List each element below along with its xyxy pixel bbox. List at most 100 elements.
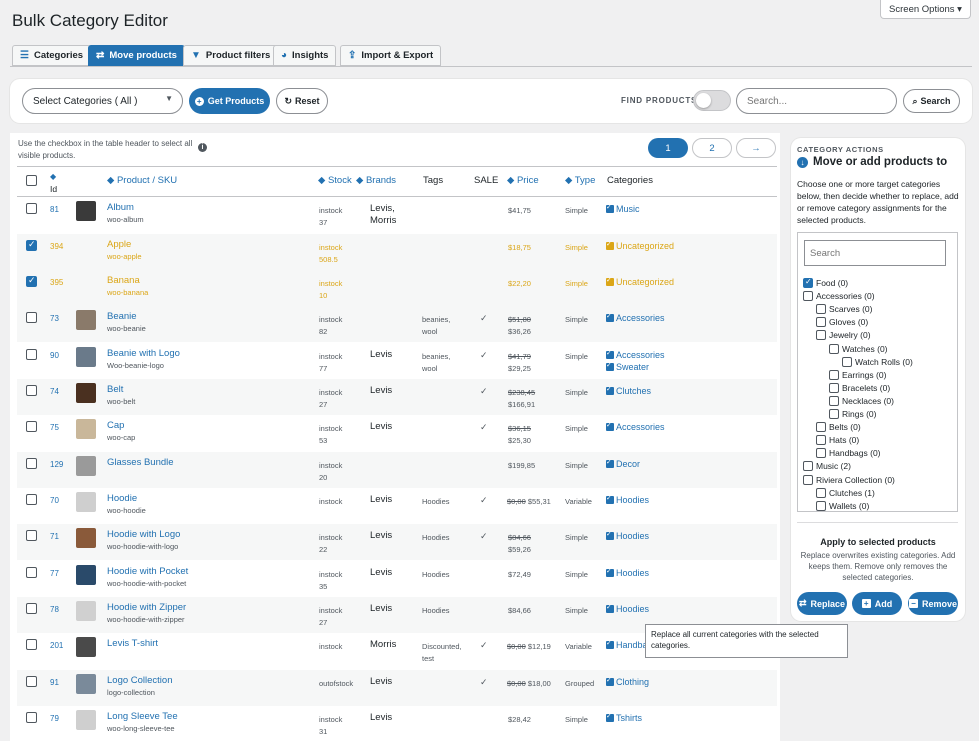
table-row[interactable]: 75 Cap woo-cap instock 53 Levis ✓ $36,15 $25,30 S… — [17, 415, 777, 451]
find-products-toggle[interactable] — [693, 90, 731, 111]
product-id[interactable]: 81 — [50, 204, 59, 216]
product-name[interactable]: Hoodie — [107, 493, 137, 505]
row-checkbox[interactable] — [26, 203, 37, 214]
screen-options-button[interactable]: Screen Options ▾ — [880, 0, 971, 19]
product-id[interactable]: 71 — [50, 531, 59, 543]
next-page-button[interactable]: → — [736, 138, 776, 158]
search-input[interactable] — [736, 88, 897, 114]
product-name[interactable]: Long Sleeve Tee — [107, 711, 178, 723]
col-price[interactable]: ◆ Price — [507, 175, 539, 186]
product-name[interactable]: Apple — [107, 239, 131, 251]
table-row[interactable]: 79 Long Sleeve Tee woo-long-sleeve-tee inst… — [17, 706, 777, 741]
tab-categories[interactable]: ☰ Categories — [12, 45, 92, 66]
reset-button[interactable]: ↻ Reset — [276, 88, 328, 114]
category-tree-item[interactable]: Necklaces (0) — [829, 395, 894, 406]
sort-icon[interactable]: ◆ — [50, 172, 56, 181]
product-name[interactable]: Logo Collection — [107, 675, 173, 687]
category-tree-item[interactable]: Handbags (0) — [816, 448, 881, 459]
row-checkbox[interactable] — [26, 530, 37, 541]
replace-button[interactable]: ⇄ Replace — [797, 592, 847, 615]
category-tree-item[interactable]: Accessories (0) — [803, 291, 875, 302]
product-id[interactable]: 129 — [50, 459, 63, 471]
product-id[interactable]: 75 — [50, 422, 59, 434]
category-checkbox[interactable] — [829, 343, 839, 354]
row-checkbox[interactable] — [26, 494, 37, 505]
product-name[interactable]: Album — [107, 202, 134, 214]
category-chip[interactable]: Clutches — [606, 384, 651, 397]
category-tree-item[interactable]: Watches (0) — [829, 343, 888, 354]
table-row[interactable]: 73 Beanie woo-beanie instock 82 beanies, wool ✓… — [17, 306, 777, 342]
product-name[interactable]: Beanie — [107, 311, 137, 323]
category-checkbox[interactable] — [829, 382, 839, 393]
info-icon[interactable]: i — [198, 143, 207, 152]
category-tree-item[interactable]: Jewelry (0) — [816, 330, 871, 341]
table-row[interactable]: 81 Album woo-album instock 37 Levis, Morris $41… — [17, 197, 777, 233]
product-name[interactable]: Hoodie with Logo — [107, 529, 180, 541]
category-chip[interactable]: Hoodies — [606, 602, 649, 615]
category-chip[interactable]: Uncategorized — [606, 239, 674, 252]
tab-import-export[interactable]: ⇪ Import & Export — [340, 45, 442, 66]
tab-product-filters[interactable]: ▼ Product filters — [183, 45, 279, 66]
product-id[interactable]: 77 — [50, 568, 59, 580]
product-name[interactable]: Belt — [107, 384, 123, 396]
row-checkbox[interactable] — [26, 385, 37, 396]
col-stock[interactable]: ◆ Stock — [318, 175, 352, 186]
category-tree-item[interactable]: Belts (0) — [816, 422, 861, 433]
row-checkbox[interactable] — [26, 349, 37, 360]
row-checkbox[interactable] — [26, 603, 37, 614]
category-checkbox[interactable] — [816, 422, 826, 433]
product-name[interactable]: Banana — [107, 275, 140, 287]
table-row[interactable]: 71 Hoodie with Logo woo-hoodie-with-logo in… — [17, 524, 777, 560]
category-chip[interactable]: Hoodies — [606, 566, 649, 579]
category-checkbox[interactable] — [816, 330, 826, 341]
category-search-input[interactable] — [804, 240, 946, 266]
product-name[interactable]: Hoodie with Pocket — [107, 566, 188, 578]
category-checkbox[interactable] — [816, 448, 826, 459]
product-id[interactable]: 73 — [50, 313, 59, 325]
product-id[interactable]: 201 — [50, 640, 63, 652]
col-id[interactable]: Id — [50, 184, 57, 194]
row-checkbox[interactable] — [26, 639, 37, 650]
table-row[interactable]: 91 Logo Collection logo-collection outofsto… — [17, 670, 777, 706]
category-chip[interactable]: Uncategorized — [606, 275, 674, 288]
table-row[interactable]: 395 Bananawoo-banana instock 10 $22,20 Simple… — [17, 270, 777, 306]
table-row[interactable]: 74 Belt woo-belt instock 27 Levis ✓ $238,45 $166… — [17, 379, 777, 415]
page-1-button[interactable]: 1 — [648, 138, 688, 158]
category-chip[interactable]: Hoodies — [606, 529, 649, 542]
category-tree-item[interactable]: Rings (0) — [829, 409, 876, 419]
product-name[interactable]: Cap — [107, 420, 124, 432]
category-checkbox[interactable] — [829, 395, 839, 406]
row-checkbox[interactable] — [26, 676, 37, 687]
col-product[interactable]: ◆ Product / SKU — [107, 175, 177, 186]
category-tree-item[interactable]: Music (2) — [803, 461, 851, 472]
table-row[interactable]: 394 Applewoo-apple instock 508.5 $18,75 Simpl… — [17, 234, 777, 270]
category-tree-item[interactable]: Gloves (0) — [816, 317, 868, 328]
category-tree-item[interactable]: Watch Rolls (0) — [842, 356, 913, 367]
category-checkbox[interactable] — [803, 461, 813, 472]
category-checkbox[interactable] — [803, 474, 813, 485]
category-checkbox[interactable] — [816, 317, 826, 328]
category-chip[interactable]: Clothing — [606, 675, 649, 688]
table-row[interactable]: 70 Hoodie woo-hoodie instock Levis Hoodies ✓ $0… — [17, 488, 777, 524]
col-brands[interactable]: ◆ Brands — [356, 175, 396, 186]
category-checkbox[interactable] — [842, 356, 852, 367]
category-select[interactable]: Select Categories ( All ) ▼ — [22, 88, 183, 114]
row-checkbox[interactable] — [26, 239, 37, 251]
row-checkbox[interactable] — [26, 312, 37, 323]
row-checkbox[interactable] — [26, 712, 37, 723]
remove-button[interactable]: − Remove — [908, 592, 958, 615]
product-id[interactable]: 395 — [50, 277, 63, 289]
product-id[interactable]: 394 — [50, 241, 63, 253]
category-checkbox[interactable] — [816, 500, 826, 511]
category-checkbox[interactable] — [829, 369, 839, 380]
product-name[interactable]: Levis T-shirt — [107, 638, 158, 650]
category-checkbox[interactable] — [816, 435, 826, 446]
category-tree-item[interactable]: Food (0) — [803, 277, 848, 288]
category-checkbox[interactable] — [816, 487, 826, 498]
category-chip[interactable]: Accessories — [606, 420, 665, 433]
product-id[interactable]: 90 — [50, 350, 59, 362]
product-id[interactable]: 78 — [50, 604, 59, 616]
category-chip[interactable]: Decor — [606, 457, 640, 470]
row-checkbox[interactable] — [26, 458, 37, 469]
category-tree-item[interactable]: Wallets (0) — [816, 500, 869, 511]
